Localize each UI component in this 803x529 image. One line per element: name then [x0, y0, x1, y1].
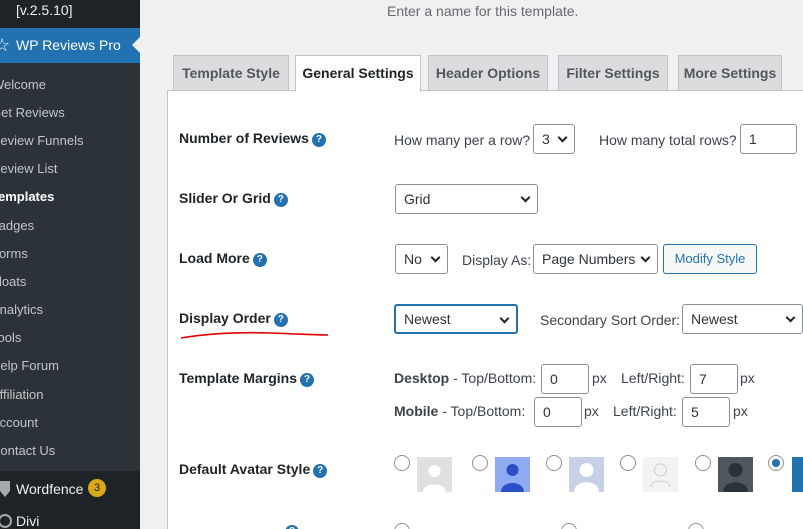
total-rows-label: How many total rows? — [599, 132, 737, 148]
avatar-silhouette-icon — [569, 457, 604, 492]
red-underline-annotation — [180, 331, 329, 339]
chevron-down-icon — [785, 312, 796, 323]
sidebar-item-divi[interactable]: Divi — [0, 507, 140, 529]
wordfence-icon — [0, 481, 10, 497]
secondary-sort-select[interactable]: Newest — [682, 304, 803, 334]
tab-template-style[interactable]: Template Style — [173, 55, 289, 91]
avatar-default-gray-icon — [417, 457, 452, 492]
admin-sidebar: [v.2.5.10] ☆ WP Reviews Pro Welcome Get … — [0, 0, 140, 529]
desktop-top-bottom-input[interactable]: 0 — [541, 364, 589, 394]
submenu-item-get-reviews[interactable]: Get Reviews — [0, 105, 65, 120]
submenu-item-forms[interactable]: Forms — [0, 246, 28, 261]
mobile-left-right-label: Left/Right: — [613, 403, 677, 419]
avatar-radio-4[interactable] — [620, 455, 636, 471]
help-icon[interactable]: ? — [273, 193, 288, 207]
option-radio[interactable] — [688, 523, 704, 529]
general-settings-panel: Number of Reviews? How many per a row? 3… — [167, 90, 803, 529]
submenu-item-badges[interactable]: Badges — [0, 218, 34, 233]
submenu-item-help-forum[interactable]: Help Forum — [0, 358, 59, 373]
avatar-radio-2[interactable] — [472, 455, 488, 471]
sidebar-item-wordfence[interactable]: Wordfence 3 — [0, 475, 140, 505]
submenu-item-tools[interactable]: Tools — [0, 330, 21, 345]
avatar-dark-person-icon — [718, 457, 753, 492]
sidebar-item-label: Divi — [16, 513, 40, 529]
avatar-radio-3[interactable] — [546, 455, 562, 471]
px-unit: px — [584, 403, 599, 419]
help-icon[interactable]: ? — [285, 525, 299, 529]
number-of-reviews-label: Number of Reviews? — [179, 130, 326, 147]
slider-or-grid-select[interactable]: Grid — [395, 184, 538, 214]
avatar-radio-6[interactable] — [768, 455, 784, 471]
submenu: Welcome Get Reviews Review Funnels Revie… — [0, 63, 140, 471]
sidebar-item-label: WP Reviews Pro — [16, 37, 121, 53]
display-order-select[interactable]: Newest — [394, 304, 518, 334]
px-unit: px — [733, 403, 748, 419]
star-icon: ☆ — [0, 35, 11, 55]
help-icon[interactable]: ? — [311, 133, 326, 147]
avatar-selected-icon — [792, 457, 803, 492]
plugin-version: [v.2.5.10] — [16, 2, 73, 18]
display-as-label: Display As: — [462, 252, 532, 268]
mobile-margin-label: Mobile - Top/Bottom: — [394, 403, 526, 419]
help-icon[interactable]: ? — [273, 313, 288, 327]
chevron-down-icon — [640, 252, 651, 263]
chevron-down-icon — [520, 192, 531, 203]
tab-filter-settings[interactable]: Filter Settings — [558, 55, 668, 91]
avatar-light-person-icon — [643, 457, 678, 492]
avatar-radio-1[interactable] — [394, 455, 410, 471]
update-count-badge: 3 — [88, 479, 106, 497]
divi-icon — [0, 514, 12, 528]
load-more-select[interactable]: No — [395, 244, 448, 274]
avatar-radio-5[interactable] — [695, 455, 711, 471]
desktop-margin-label: Desktop - Top/Bottom: — [394, 370, 537, 386]
chevron-down-icon — [430, 252, 441, 263]
submenu-item-welcome[interactable]: Welcome — [0, 77, 46, 92]
help-icon[interactable]: ? — [313, 464, 328, 478]
help-icon[interactable]: ? — [252, 253, 267, 267]
avatar-blue-person-icon — [495, 457, 530, 492]
template-name-help: Enter a name for this template. — [387, 3, 579, 19]
secondary-sort-label: Secondary Sort Order: — [540, 312, 681, 328]
px-unit: px — [592, 370, 607, 386]
submenu-item-templates[interactable]: Templates — [0, 189, 54, 204]
display-as-select[interactable]: Page Numbers — [533, 244, 658, 274]
option-radio[interactable] — [394, 523, 410, 529]
slider-or-grid-label: Slider Or Grid? — [179, 190, 288, 207]
submenu-item-affiliation[interactable]: Affiliation — [0, 387, 44, 402]
mobile-top-bottom-input[interactable]: 0 — [534, 397, 582, 427]
submenu-item-review-list[interactable]: Review List — [0, 161, 57, 176]
option-radio[interactable] — [561, 523, 577, 529]
main-content: Enter a name for this template. Template… — [140, 0, 803, 529]
default-avatar-style-label: Default Avatar Style? — [179, 461, 328, 478]
submenu-item-floats[interactable]: Floats — [0, 274, 26, 289]
current-menu-arrow — [132, 37, 140, 53]
per-row-select[interactable]: 3 — [533, 124, 575, 154]
tab-header-options[interactable]: Header Options — [428, 55, 548, 91]
display-order-label: Display Order? — [179, 310, 288, 327]
tab-more-settings[interactable]: More Settings — [678, 55, 782, 91]
submenu-item-contact-us[interactable]: Contact Us — [0, 443, 55, 458]
chevron-down-icon — [499, 313, 510, 324]
per-row-label: How many per a row? — [394, 132, 531, 148]
load-more-label: Load More? — [179, 250, 267, 267]
tab-general-settings[interactable]: General Settings — [295, 55, 421, 92]
submenu-item-review-funnels[interactable]: Review Funnels — [0, 133, 84, 148]
sidebar-item-wp-reviews-pro[interactable]: ☆ WP Reviews Pro — [0, 28, 140, 63]
submenu-item-analytics[interactable]: Analytics — [0, 302, 43, 317]
sidebar-item-label: Wordfence — [16, 481, 84, 497]
chevron-down-icon — [557, 132, 568, 143]
help-icon[interactable]: ? — [300, 373, 314, 387]
template-margins-label: Template Margins? — [179, 370, 314, 387]
submenu-item-account[interactable]: Account — [0, 415, 38, 430]
desktop-left-right-label: Left/Right: — [621, 370, 685, 386]
px-unit: px — [740, 370, 755, 386]
modify-style-button[interactable]: Modify Style — [663, 244, 757, 274]
mobile-left-right-input[interactable]: 5 — [682, 397, 730, 427]
total-rows-input[interactable]: 1 — [740, 124, 797, 154]
desktop-left-right-input[interactable]: 7 — [690, 364, 738, 394]
